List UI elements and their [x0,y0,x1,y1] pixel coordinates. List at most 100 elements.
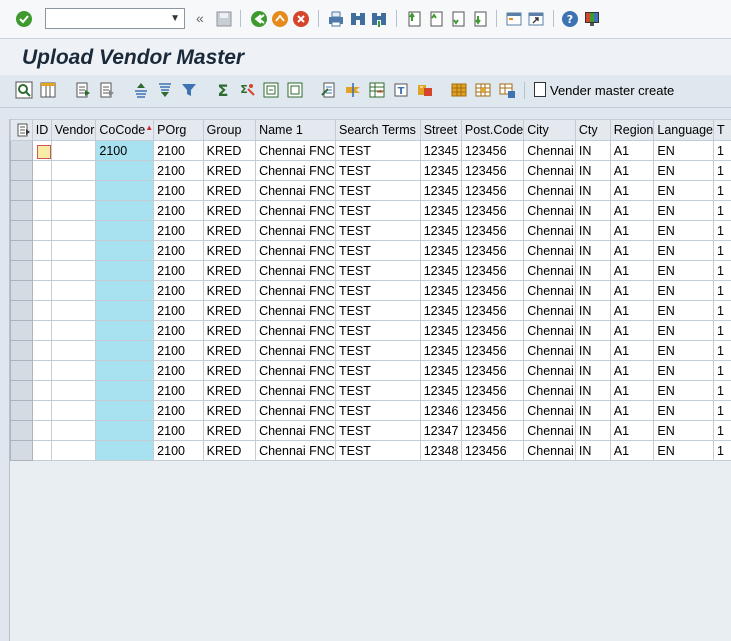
cell-street[interactable]: 12345 [419,140,462,161]
cell-city[interactable]: Chennai [523,280,576,301]
cell-t[interactable]: 1 [713,400,731,421]
find-icon[interactable] [349,10,367,28]
cell-vendor[interactable] [50,220,97,241]
cell-vendor[interactable] [50,380,97,401]
cell-id[interactable] [31,280,52,301]
cell-street[interactable]: 12345 [419,180,462,201]
cell-cty[interactable]: IN [574,240,611,261]
spreadsheet-icon[interactable] [368,81,386,99]
cell-id[interactable] [31,440,52,461]
column-header-region[interactable]: Region [609,119,655,141]
cell-language[interactable]: EN [653,260,715,281]
cell-vendor[interactable] [50,240,97,261]
sort-ascending-icon[interactable] [132,81,150,99]
last-page-icon[interactable] [471,10,489,28]
row-selector[interactable] [10,260,33,281]
cell-name1[interactable]: Chennai FNC [255,140,336,161]
cell-city[interactable]: Chennai [523,180,576,201]
cell-vendor[interactable] [50,300,97,321]
column-header-id[interactable]: ID [31,119,52,141]
cell-postcode[interactable]: 123456 [460,280,525,301]
table-row[interactable]: 2100 KRED Chennai FNC TEST 12345 123456 Chenna… [10,200,731,221]
cell-name1[interactable]: Chennai FNC [255,180,336,201]
cell-street[interactable]: 12345 [419,200,462,221]
first-page-icon[interactable] [405,10,423,28]
cell-cty[interactable]: IN [574,420,611,441]
cell-city[interactable]: Chennai [523,360,576,381]
cell-city[interactable]: Chennai [523,380,576,401]
details-icon[interactable] [15,81,33,99]
cell-street[interactable]: 12345 [419,340,462,361]
cell-vendor[interactable] [50,200,97,221]
table-row[interactable]: 2100 KRED Chennai FNC TEST 12348 123456 Chenna… [10,440,731,461]
cancel-icon[interactable] [292,10,310,28]
row-selector[interactable] [10,420,33,441]
cell-postcode[interactable]: 123456 [460,380,525,401]
cell-vendor[interactable] [50,400,97,421]
cell-cocode[interactable] [95,240,155,261]
table-row[interactable]: 2100 KRED Chennai FNC TEST 12347 123456 Chenna… [10,420,731,441]
enter-check-icon[interactable] [15,10,33,28]
cell-id[interactable] [31,200,52,221]
table-row[interactable]: 2100 KRED Chennai FNC TEST 12345 123456 Chenna… [10,360,731,381]
row-selector[interactable] [10,220,33,241]
cell-region[interactable]: A1 [609,320,655,341]
cell-region[interactable]: A1 [609,180,655,201]
export-icon[interactable] [320,81,338,99]
cell-search-terms[interactable]: TEST [334,340,421,361]
cell-cocode[interactable] [95,160,155,181]
cell-postcode[interactable]: 123456 [460,260,525,281]
cell-region[interactable]: A1 [609,240,655,261]
cell-search-terms[interactable]: TEST [334,220,421,241]
cell-name1[interactable]: Chennai FNC [255,440,336,461]
cell-street[interactable]: 12345 [419,300,462,321]
cell-street[interactable]: 12345 [419,360,462,381]
cell-city[interactable]: Chennai [523,200,576,221]
cell-t[interactable]: 1 [713,260,731,281]
cell-group[interactable]: KRED [202,340,257,361]
cell-city[interactable]: Chennai [523,400,576,421]
column-header-t[interactable]: T [713,119,731,141]
cell-search-terms[interactable]: TEST [334,240,421,261]
row-selector[interactable] [10,300,33,321]
cell-group[interactable]: KRED [202,380,257,401]
cell-t[interactable]: 1 [713,360,731,381]
cell-cocode[interactable] [95,440,155,461]
cell-city[interactable]: Chennai [523,160,576,181]
save-icon[interactable] [215,10,233,28]
cell-id[interactable] [31,360,52,381]
cell-language[interactable]: EN [653,340,715,361]
cell-postcode[interactable]: 123456 [460,320,525,341]
table-row[interactable]: 2100 2100 KRED Chennai FNC TEST 12345 123456 Ch… [10,140,731,161]
cell-porg[interactable]: 2100 [153,300,204,321]
cell-t[interactable]: 1 [713,320,731,341]
cell-id[interactable] [31,320,52,341]
table-row[interactable]: 2100 KRED Chennai FNC TEST 12345 123456 Chenna… [10,260,731,281]
cell-porg[interactable]: 2100 [153,180,204,201]
cell-name1[interactable]: Chennai FNC [255,280,336,301]
back-icon[interactable] [250,10,268,28]
cell-id[interactable] [31,420,52,441]
cell-group[interactable]: KRED [202,320,257,341]
row-selector[interactable] [10,180,33,201]
cell-cocode[interactable] [95,180,155,201]
cell-id[interactable] [31,300,52,321]
cell-group[interactable]: KRED [202,240,257,261]
cell-region[interactable]: A1 [609,340,655,361]
subtotal-icon[interactable]: Σ [238,81,256,99]
cell-vendor[interactable] [50,140,97,161]
save-layout-icon[interactable] [498,81,516,99]
select-all-icon[interactable] [74,81,92,99]
deselect-all-icon[interactable] [98,81,116,99]
word-processing-icon[interactable]: T [392,81,410,99]
cell-group[interactable]: KRED [202,220,257,241]
cell-language[interactable]: EN [653,280,715,301]
cell-cty[interactable]: IN [574,440,611,461]
cell-street[interactable]: 12347 [419,420,462,441]
cell-id[interactable] [31,240,52,261]
cell-group[interactable]: KRED [202,160,257,181]
row-selector[interactable] [10,320,33,341]
cell-name1[interactable]: Chennai FNC [255,340,336,361]
cell-postcode[interactable]: 123456 [460,180,525,201]
cell-street[interactable]: 12345 [419,220,462,241]
